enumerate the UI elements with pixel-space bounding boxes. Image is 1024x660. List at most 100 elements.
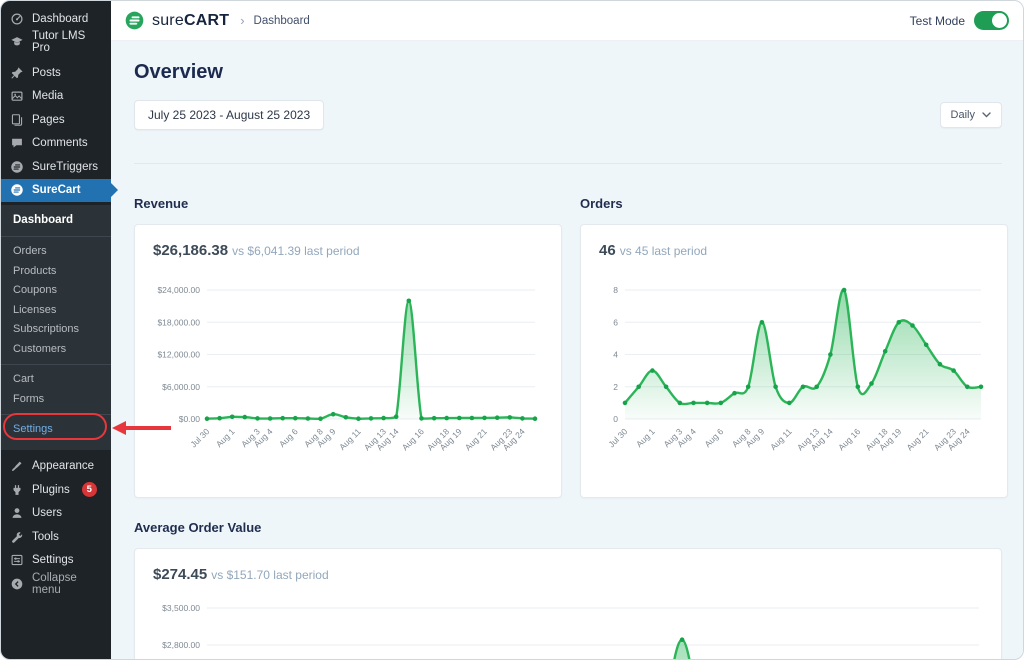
sidebar-item-label: Users <box>32 507 62 519</box>
sidebar-item-label: Plugins <box>32 484 70 496</box>
aov-chart: $0.00$700.00$1,400.00$2,100.00$2,800.00$… <box>153 593 987 660</box>
wp-admin-sidebar: Dashboard Tutor LMS Pro Posts Media Pages Co… <box>1 1 111 659</box>
suretriggers-icon <box>10 160 24 174</box>
svg-text:Jul 30: Jul 30 <box>606 426 629 449</box>
settings-icon <box>10 553 24 567</box>
sidebar-subitem-cart[interactable]: Cart <box>1 370 111 390</box>
charts-grid: Revenue $26,186.38vs $6,041.39 last peri… <box>134 196 1002 498</box>
revenue-stat-compare: vs $6,041.39 last period <box>232 244 359 258</box>
sidebar-gap <box>1 54 111 61</box>
pages-icon <box>10 113 24 127</box>
breadcrumb[interactable]: Dashboard <box>254 15 310 27</box>
sidebar-item-label: Media <box>32 90 63 102</box>
sidebar-item-label: Appearance <box>32 460 94 472</box>
sidebar-item-label: Tutor LMS Pro <box>32 30 105 54</box>
toggle-knob <box>992 13 1007 28</box>
svg-text:$18,000.00: $18,000.00 <box>157 317 200 327</box>
sidebar-subitem-licenses[interactable]: Licenses <box>1 301 111 321</box>
sidebar-item-pages[interactable]: Pages <box>1 108 111 132</box>
page-title: Overview <box>134 61 1002 84</box>
sidebar-item-label: SureTriggers <box>32 161 98 173</box>
sidebar-subitem-subscriptions[interactable]: Subscriptions <box>1 320 111 340</box>
submenu-divider <box>1 364 111 365</box>
svg-text:Aug 21: Aug 21 <box>463 426 489 452</box>
posts-icon <box>10 66 24 80</box>
interval-value: Daily <box>951 109 975 121</box>
controls-row: July 25 2023 - August 25 2023 Daily <box>134 100 1002 130</box>
sidebar-item-label: SureCart <box>32 184 81 196</box>
sidebar-item-tools[interactable]: Tools <box>1 525 111 549</box>
revenue-stat-row: $26,186.38 vs $6,041.39 last period <box>153 241 543 261</box>
sidebar-item-label: Tools <box>32 531 59 543</box>
orders-stat-compare: vs 45 last period <box>620 244 707 258</box>
sidebar-subitem-orders[interactable]: Orders <box>1 242 111 262</box>
svg-text:4: 4 <box>613 350 618 360</box>
test-mode-label: Test Mode <box>910 14 965 28</box>
svg-text:Aug 1: Aug 1 <box>634 426 657 449</box>
sidebar-item-dashboard[interactable]: Dashboard <box>1 7 111 31</box>
sidebar-subitem-customers[interactable]: Customers <box>1 340 111 360</box>
svg-text:$0.00: $0.00 <box>179 414 201 424</box>
topbar: sureCART › Dashboard Test Mode <box>111 1 1023 41</box>
interval-dropdown[interactable]: Daily <box>940 102 1002 128</box>
surecart-submenu: Dashboard OrdersProductsCouponsLicensesSu… <box>1 205 111 450</box>
svg-text:Aug 6: Aug 6 <box>277 426 300 449</box>
sidebar-item-posts[interactable]: Posts <box>1 61 111 85</box>
sidebar-subitem-settings[interactable]: Settings <box>1 420 111 440</box>
brand-text: sureCART <box>152 12 229 30</box>
sidebar-item-label: Collapse menu <box>32 572 105 596</box>
sidebar-mid-group: Posts Media Pages Comments SureTriggers SureC… <box>1 61 111 202</box>
test-mode-toggle[interactable] <box>974 11 1009 30</box>
orders-chart: 02468Jul 30Aug 1Aug 3Aug 4Aug 6Aug 8Aug … <box>599 269 989 469</box>
svg-text:Aug 6: Aug 6 <box>702 426 725 449</box>
revenue-stat-value: $26,186.38 <box>153 242 228 259</box>
sidebar-item-appearance[interactable]: Appearance <box>1 455 111 479</box>
section-divider <box>134 163 1002 164</box>
main-content: Overview July 25 2023 - August 25 2023 D… <box>111 41 1023 659</box>
surecart-logo-icon <box>124 10 145 31</box>
sidebar-subitem-dashboard[interactable]: Dashboard <box>1 209 111 231</box>
dashboard-icon <box>10 12 24 26</box>
aov-stat-compare: vs $151.70 last period <box>211 568 328 582</box>
svg-text:Aug 16: Aug 16 <box>836 426 862 452</box>
svg-text:8: 8 <box>613 285 618 295</box>
sidebar-item-label: Pages <box>32 114 65 126</box>
submenu-divider <box>1 236 111 237</box>
breadcrumb-separator: › <box>240 13 244 28</box>
sidebar-subitem-products[interactable]: Products <box>1 262 111 282</box>
sidebar-item-collapse-menu[interactable]: Collapse menu <box>1 572 111 596</box>
sidebar-item-plugins[interactable]: Plugins 5 <box>1 478 111 502</box>
sidebar-subitem-forms[interactable]: Forms <box>1 390 111 410</box>
appearance-icon <box>10 459 24 473</box>
sidebar-item-media[interactable]: Media <box>1 85 111 109</box>
svg-text:Jul 30: Jul 30 <box>188 426 211 449</box>
sidebar-item-users[interactable]: Users <box>1 502 111 526</box>
sidebar-item-label: Settings <box>32 554 74 566</box>
plugins-count-badge: 5 <box>82 482 97 497</box>
sidebar-item-surecart[interactable]: SureCart <box>1 179 111 203</box>
sidebar-subitem-coupons[interactable]: Coupons <box>1 281 111 301</box>
orders-stat-row: 46vs 45 last period <box>599 241 989 261</box>
surecart-logo[interactable]: sureCART <box>124 10 229 31</box>
svg-text:Aug 11: Aug 11 <box>768 426 794 452</box>
tutor-lms-icon <box>10 35 24 49</box>
annotation-arrow-head <box>112 421 126 435</box>
sidebar-item-settings[interactable]: Settings <box>1 549 111 573</box>
svg-text:Aug 1: Aug 1 <box>214 426 237 449</box>
svg-text:Aug 21: Aug 21 <box>904 426 930 452</box>
app-window: Dashboard Tutor LMS Pro Posts Media Pages Co… <box>0 0 1024 660</box>
plugins-icon <box>10 483 24 497</box>
chevron-down-icon <box>982 112 991 118</box>
sidebar-item-tutor-lms-pro[interactable]: Tutor LMS Pro <box>1 31 111 55</box>
sidebar-item-label: Comments <box>32 137 88 149</box>
date-range-picker[interactable]: July 25 2023 - August 25 2023 <box>134 100 324 130</box>
svg-text:0: 0 <box>613 414 618 424</box>
sidebar-item-label: Dashboard <box>32 13 88 25</box>
revenue-chart: $0.00$6,000.00$12,000.00$18,000.00$24,00… <box>153 269 543 469</box>
svg-text:$12,000.00: $12,000.00 <box>157 350 200 360</box>
sidebar-item-suretriggers[interactable]: SureTriggers <box>1 155 111 179</box>
sidebar-item-comments[interactable]: Comments <box>1 132 111 156</box>
media-icon <box>10 89 24 103</box>
revenue-section: Revenue $26,186.38vs $6,041.39 last peri… <box>134 196 562 498</box>
revenue-card: $26,186.38 vs $6,041.39 last period $0.00… <box>134 224 562 498</box>
